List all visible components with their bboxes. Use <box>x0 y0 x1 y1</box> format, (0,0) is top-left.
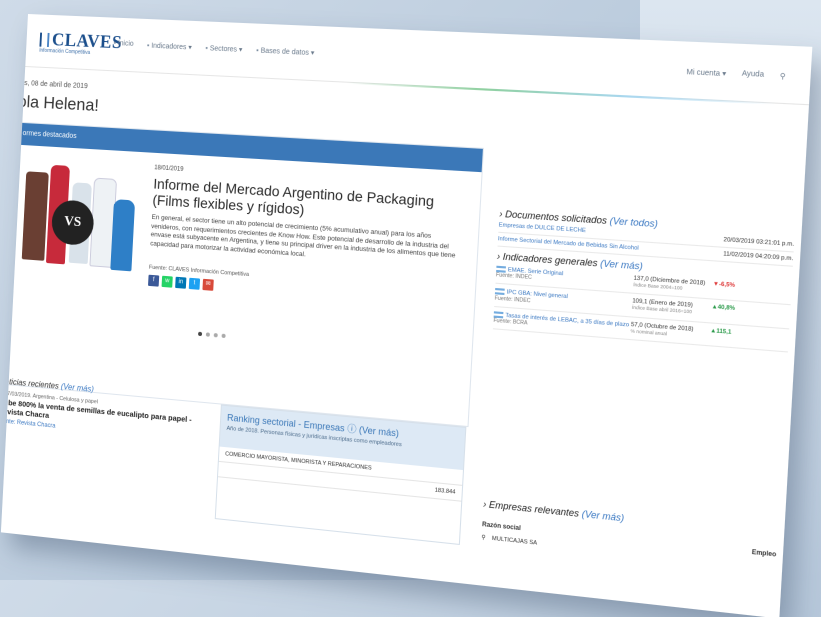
carousel-dots <box>198 332 226 338</box>
companies-more-link[interactable]: (Ver más) <box>581 508 624 523</box>
nav-sectores[interactable]: Sectores ▾ <box>205 44 242 54</box>
bottle-shape <box>22 171 49 261</box>
info-icon: ⓘ <box>347 423 357 434</box>
companies-title-text: Empresas relevantes <box>489 499 580 519</box>
greeting-date: es, 08 de abril de 2019 <box>20 80 87 90</box>
logo-mark-icon <box>39 33 49 47</box>
nav-indicadores[interactable]: Indicadores ▾ <box>147 41 192 51</box>
article-date: 18/01/2019 <box>154 165 183 173</box>
ranking-panel: Ranking sectorial - Empresas ⓘ (Ver más)… <box>215 405 467 545</box>
chevron-right-icon: › <box>483 499 487 510</box>
indicator-value-block: 57,0 (Octubre de 2018) % nominal anual <box>630 322 710 342</box>
news-headline[interactable]: ube 800% la venta de semillas de eucalip… <box>3 399 204 435</box>
bottle-shape <box>110 199 135 271</box>
help-link[interactable]: Ayuda <box>742 70 765 80</box>
carousel-dot[interactable] <box>198 332 202 336</box>
account-menu[interactable]: Mi cuenta ▾ <box>686 68 726 79</box>
carousel-dot[interactable] <box>222 334 226 338</box>
indicator-change-text: -6,5% <box>719 281 735 289</box>
news-more-link[interactable]: (Ver más) <box>61 382 94 394</box>
indicator-value-block: 109,1 (Enero de 2019) Índice Base abril … <box>632 299 712 318</box>
nav-inicio[interactable]: Inicio <box>113 40 133 49</box>
column-header-empleo[interactable]: Empleo <box>752 550 777 559</box>
search-icon[interactable]: ⚲ <box>780 72 786 81</box>
indicator-change: ▼-6,5% <box>712 281 758 298</box>
document-date: 20/03/2019 03:21:01 p.m. <box>723 237 794 248</box>
ranking-more-link[interactable]: (Ver más) <box>359 424 400 438</box>
indicator-change: ▲115,1 <box>710 328 755 345</box>
document-name: Empresas de DULCE DE LECHE <box>499 222 586 234</box>
carousel-dot[interactable] <box>206 332 210 336</box>
carousel-next-icon[interactable]: › <box>462 307 468 324</box>
main-nav: Inicio Indicadores ▾ Sectores ▾ Bases de… <box>113 40 314 57</box>
chevron-right-icon: › <box>499 208 503 219</box>
twitter-icon[interactable]: t <box>189 278 200 290</box>
ranking-row-value: 183.844 <box>435 487 456 495</box>
right-nav: Mi cuenta ▾ Ayuda ⚲ <box>686 68 786 81</box>
greeting-title: ola Helena! <box>17 92 99 116</box>
argentina-flag-icon <box>495 288 505 295</box>
companies-panel: › Empresas relevantes (Ver más) Razón so… <box>481 494 778 571</box>
email-icon[interactable]: ✉ <box>202 279 213 291</box>
news-source-link[interactable]: ente: Revista Chacra <box>3 419 56 430</box>
company-name: MULTICAJAS SA <box>492 536 538 547</box>
carousel-dot[interactable] <box>214 333 218 337</box>
chevron-right-icon: › <box>497 251 501 262</box>
featured-reports-panel: ormes destacados VS 18/01/2019 Informe d… <box>5 122 484 427</box>
linkedin-icon[interactable]: in <box>175 277 186 289</box>
right-sidebar: › Documentos solicitados (Ver todos) Emp… <box>493 204 795 353</box>
indicator-change-text: 40,8% <box>717 305 735 313</box>
indicator-change: ▲40,8% <box>711 304 756 321</box>
logo[interactable]: CLAVES Información Competitiva <box>39 29 123 58</box>
whatsapp-icon[interactable]: w <box>162 276 173 288</box>
search-icon[interactable]: ⚲ <box>481 535 486 542</box>
stage: CLAVES Información Competitiva Inicio In… <box>0 0 821 580</box>
browser-screen: CLAVES Información Competitiva Inicio In… <box>1 14 812 617</box>
column-header-razon-social[interactable]: Razón social <box>482 522 521 532</box>
indicator-value-block: 137,0 (Diciembre de 2018) Índice Base 20… <box>633 275 713 294</box>
indicator-change-text: 115,1 <box>716 328 731 336</box>
document-date: 11/02/2019 04:20:09 p.m. <box>723 251 793 262</box>
share-buttons: f w in t ✉ <box>148 275 214 291</box>
facebook-icon[interactable]: f <box>148 275 159 287</box>
packaging-image[interactable]: VS <box>15 153 141 282</box>
nav-bases-de-datos[interactable]: Bases de datos ▾ <box>256 46 315 57</box>
top-navbar: CLAVES Información Competitiva Inicio In… <box>25 14 812 105</box>
